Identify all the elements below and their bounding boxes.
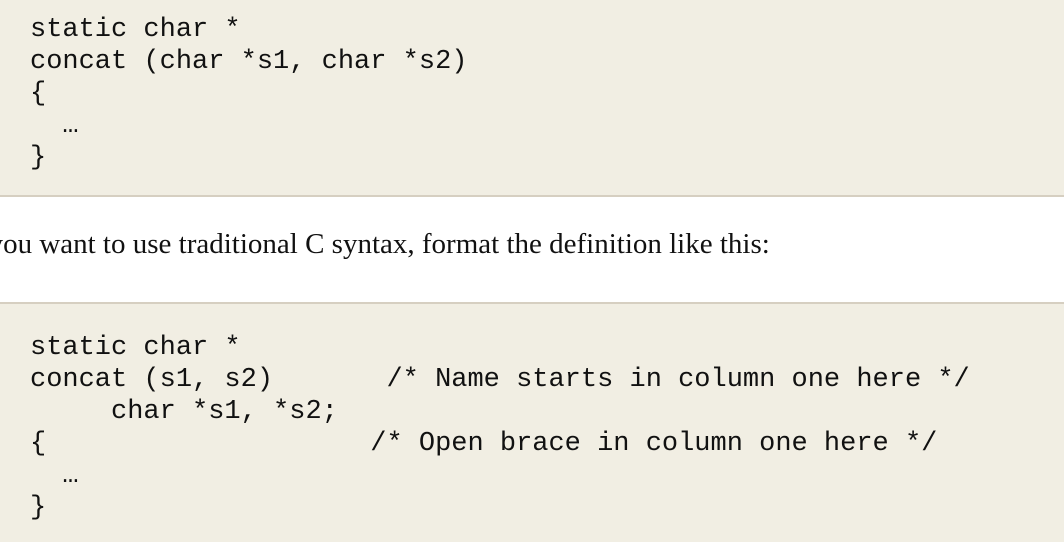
code-block: static char * concat (s1, s2) /* Name st… [30,332,970,524]
code-line: { /* Open brace in column one here */ [30,429,938,459]
code-line: concat (char *s1, char *s2) [30,47,468,77]
code-line: static char * [30,333,241,363]
code-line: char *s1, *s2; [30,397,338,427]
code-example-ansi: static char * concat (char *s1, char *s2… [0,0,1064,197]
code-line: } [30,143,47,173]
code-example-traditional: static char * concat (s1, s2) /* Name st… [0,302,1064,542]
body-paragraph: If you want to use traditional C syntax,… [0,228,770,260]
code-line: … [30,461,79,491]
code-block: static char * concat (char *s1, char *s2… [30,14,467,174]
code-line: … [30,111,79,141]
code-line: static char * [30,15,241,45]
code-line: } [30,493,47,523]
code-line: concat (s1, s2) /* Name starts in column… [30,365,970,395]
code-line: { [30,79,47,109]
